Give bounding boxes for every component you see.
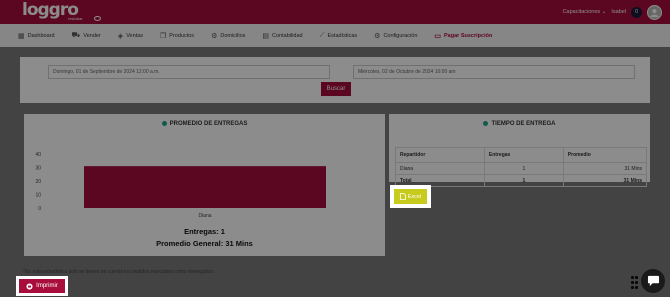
table-cell: 1 (483, 162, 564, 175)
y-tick-label: 30 (35, 166, 41, 172)
column-header: Repartidor (395, 147, 485, 163)
table-cell: 1 (483, 174, 564, 187)
calculator-icon: ▤ (262, 32, 270, 40)
nav-estadisticas[interactable]: ⟋ Estadísticas (320, 32, 358, 40)
user-icon (650, 8, 659, 17)
nav-label: Dashboard (27, 32, 55, 39)
nav-label: Configuración (383, 32, 418, 39)
dashboard-icon: ▦ (18, 32, 25, 40)
excel-label: Excel (407, 193, 422, 200)
card-title: TIEMPO DE ENTREGA (389, 114, 650, 133)
print-label: Imprimir (36, 283, 58, 289)
motorbike-icon: ⚙ (211, 32, 218, 40)
box-icon: ❒ (160, 32, 167, 40)
print-button[interactable]: Imprimir (19, 279, 65, 293)
user-name: Isabel (611, 9, 626, 15)
column-header: Promedio (562, 147, 648, 163)
table-cell: Diana (395, 162, 485, 175)
file-excel-icon (399, 193, 406, 200)
table-total-row: Total 1 31 Mins (395, 174, 648, 187)
tag-icon: ◈ (117, 32, 124, 40)
logo-subtitle: restobar (68, 16, 83, 21)
nav-pagar-suscripcion[interactable]: ▭ Pagar Suscripción (434, 32, 492, 40)
nav-label: Contabilidad (272, 32, 303, 39)
notification-badge[interactable]: 0 (631, 6, 642, 18)
y-tick-label: 10 (35, 193, 41, 199)
deliveries-bar-chart: 0 10 20 30 40 Diana (35, 152, 326, 219)
footnote: *En esta estadística solo se tienen en c… (23, 269, 215, 275)
chat-bubble-icon (647, 275, 659, 287)
nav-label: Domicilios (220, 32, 246, 39)
chevron-down-icon: ⌄ (601, 9, 607, 15)
excel-button[interactable]: Excel (394, 189, 427, 204)
nav-domicilios[interactable]: ⚙ Domicilios (211, 32, 245, 40)
start-date-input[interactable]: Domingo, 01 de Septiembre de 2024 12:00 … (48, 65, 330, 79)
nav-vender[interactable]: ⛟ Vender (72, 31, 101, 40)
top-bar: loggro restobar Capacitaciones ⌄ Isabel … (0, 0, 670, 24)
status-dot-icon (483, 121, 489, 126)
filter-card: Domingo, 01 de Septiembre de 2024 12:00 … (20, 57, 650, 103)
chat-button[interactable] (641, 269, 665, 293)
search-button[interactable]: Buscar (321, 82, 351, 96)
end-date-input[interactable]: Miércoles, 02 de Octubre de 2024 10:00 a… (353, 65, 635, 79)
eye-icon[interactable] (94, 16, 101, 21)
chart-bar (84, 166, 326, 208)
x-tick-label: Diana (198, 213, 211, 219)
y-tick-label: 0 (38, 206, 41, 212)
chart-line-icon: ⟋ (319, 31, 325, 39)
company-dropdown[interactable]: Capacitaciones ⌄ (563, 9, 607, 15)
nav-label: Pagar Suscripción (444, 32, 493, 39)
column-header: Entregas (483, 147, 564, 163)
nav-ventas[interactable]: ◈ Ventas (118, 32, 143, 40)
average-deliveries-card: PROMEDIO DE ENTREGAS 0 10 20 30 40 Diana Entr… (24, 114, 385, 256)
y-tick-label: 20 (35, 179, 41, 185)
deliveries-count: Entregas: 1 (184, 227, 225, 236)
table-cell: 31 Mins (562, 174, 648, 187)
nav-productos[interactable]: ❒ Productos (160, 32, 194, 40)
card-title-text: TIEMPO DE ENTREGA (491, 120, 556, 127)
print-highlight: Imprimir (16, 276, 68, 296)
nav-label: Vender (83, 32, 101, 39)
company-name: Capacitaciones (562, 9, 601, 15)
delivery-time-card: TIEMPO DE ENTREGA Repartidor Entregas Pr… (389, 114, 650, 187)
gear-icon: ⚙ (374, 32, 381, 40)
credit-card-icon: ▭ (434, 32, 442, 40)
cart-icon: ⛟ (71, 32, 81, 39)
table-row: Diana 1 31 Mins (395, 162, 648, 175)
logo[interactable]: loggro restobar (8, 1, 101, 23)
table-cell: 31 Mins (562, 162, 648, 175)
apps-grid-icon[interactable] (631, 276, 638, 290)
nav-configuracion[interactable]: ⚙ Configuración (374, 32, 417, 40)
delivery-time-table: Repartidor Entregas Promedio Diana 1 31 … (395, 147, 648, 187)
nav-label: Ventas (126, 32, 144, 39)
nav-label: Productos (169, 32, 195, 39)
user-area: Capacitaciones ⌄ Isabel 0 (563, 4, 662, 20)
printer-icon (26, 282, 33, 290)
y-tick-label: 40 (35, 152, 41, 158)
main-nav: ▦ Dashboard ⛟ Vender ◈ Ventas ❒ Productos ⚙ D… (0, 24, 670, 47)
nav-dashboard[interactable]: ▦ Dashboard (18, 32, 55, 40)
avatar[interactable] (647, 4, 662, 20)
general-average: Promedio General: 31 Mins (156, 239, 253, 248)
excel-highlight: Excel (390, 185, 431, 208)
nav-contabilidad[interactable]: ▤ Contabilidad (262, 32, 302, 40)
nav-label: Estadísticas (327, 32, 358, 39)
table-header-row: Repartidor Entregas Promedio (395, 147, 648, 163)
